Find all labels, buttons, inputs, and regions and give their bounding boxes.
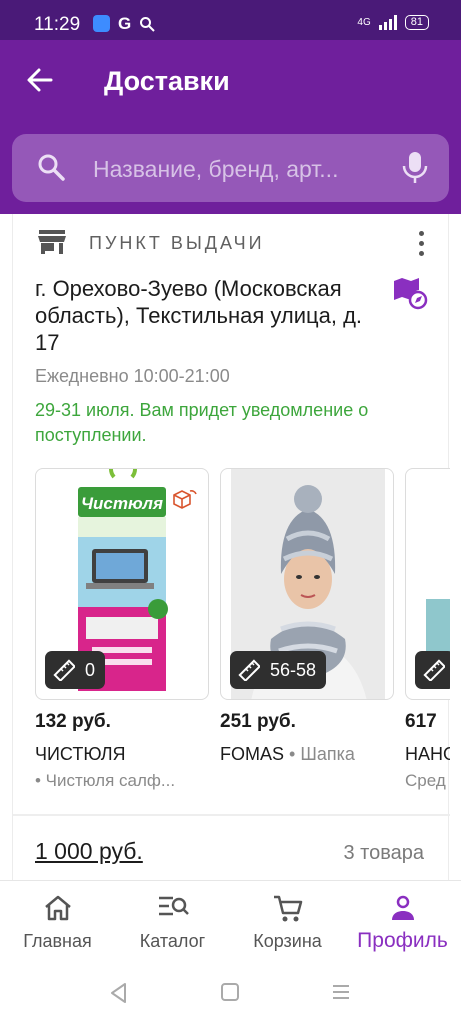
- product-image[interactable]: [405, 468, 450, 700]
- microphone-icon[interactable]: [402, 151, 428, 185]
- return-box-icon: [173, 490, 197, 509]
- nav-cart[interactable]: Корзина: [230, 881, 345, 965]
- arrow-left-icon: [27, 68, 53, 92]
- delivery-notice: 29-31 июля. Вам придет уведомление о пос…: [35, 400, 369, 445]
- pickup-point-label: ПУНКТ ВЫДАЧИ: [89, 233, 265, 253]
- size-value: 0: [85, 659, 96, 680]
- product-price: 617: [405, 711, 437, 732]
- search-icon: [38, 154, 65, 181]
- nav-profile-label: Профиль: [357, 929, 448, 952]
- profile-icon: [391, 895, 414, 920]
- recents-icon[interactable]: [331, 982, 351, 1002]
- product-brand: НАНО: [405, 744, 450, 764]
- network-type: 4G: [357, 17, 371, 28]
- back-triangle-icon[interactable]: [109, 982, 129, 1004]
- search-input[interactable]: Название, бренд, арт...: [93, 156, 338, 183]
- divider: [13, 814, 450, 816]
- home-icon: [44, 895, 71, 921]
- size-badge: [415, 651, 450, 689]
- nav-cart-label: Корзина: [253, 931, 322, 951]
- search-notification-icon: [140, 16, 155, 32]
- order-total[interactable]: 1 000 руб.: [35, 838, 143, 865]
- app-notification-icon: [93, 15, 110, 32]
- signal-icon: [378, 15, 397, 30]
- product-image[interactable]: 56-58: [220, 468, 394, 700]
- bottom-navigation: Главная Каталог Корзина Профиль: [0, 880, 461, 964]
- pickup-address: г. Орехово-Зуево (Московская область), Т…: [35, 276, 363, 355]
- product-card[interactable]: 56-58 251 руб. FOMAS • Шапка: [220, 468, 394, 771]
- ruler-icon: [53, 659, 75, 681]
- svg-text:Чистюля: Чистюля: [81, 494, 163, 513]
- home-square-icon[interactable]: [220, 982, 240, 1002]
- product-brand: FOMAS • Шапка: [220, 744, 355, 764]
- google-icon: G: [118, 14, 132, 33]
- battery-icon: 81: [404, 15, 429, 30]
- product-card[interactable]: 617 НАНО Сред: [405, 468, 450, 791]
- system-navigation: [0, 964, 461, 1024]
- status-bar: 11:29 G 4G 81: [0, 0, 461, 40]
- nav-home-label: Главная: [23, 931, 92, 951]
- size-value: 56-58: [270, 659, 317, 680]
- nav-home[interactable]: Главная: [0, 881, 115, 965]
- product-carousel[interactable]: Чистюля 0 132 руб. ЧИСТЮЛЯ • Чистюля сал…: [35, 468, 450, 798]
- more-options-button[interactable]: [411, 229, 431, 259]
- product-description: Сред: [405, 771, 446, 790]
- product-price: 251 руб.: [220, 711, 296, 732]
- nav-profile[interactable]: Профиль: [345, 881, 460, 965]
- size-badge: 56-58: [230, 651, 327, 689]
- size-badge: 0: [45, 651, 106, 689]
- app-header: Доставки Название, бренд, арт...: [0, 40, 461, 214]
- ruler-icon: [238, 659, 260, 681]
- store-icon: [38, 230, 66, 254]
- delivery-card: ПУНКТ ВЫДАЧИ г. Орехово-Зуево (Московска…: [12, 214, 450, 880]
- product-description: • Чистюля салф...: [35, 771, 176, 790]
- nav-catalog[interactable]: Каталог: [115, 881, 230, 965]
- pickup-hours: Ежедневно 10:00-21:00: [35, 366, 230, 386]
- product-image[interactable]: Чистюля 0: [35, 468, 209, 700]
- search-bar[interactable]: Название, бренд, арт...: [12, 134, 449, 202]
- status-time: 11:29: [34, 14, 81, 35]
- product-price: 132 руб.: [35, 711, 111, 732]
- page-title: Доставки: [104, 66, 230, 96]
- item-count: 3 товара: [343, 842, 424, 864]
- map-compass-icon[interactable]: [392, 277, 428, 311]
- ruler-icon: [423, 659, 445, 681]
- product-brand: ЧИСТЮЛЯ: [35, 744, 126, 764]
- product-card[interactable]: Чистюля 0 132 руб. ЧИСТЮЛЯ • Чистюля сал…: [35, 468, 209, 791]
- nav-catalog-label: Каталог: [139, 931, 206, 951]
- cart-icon: [273, 895, 302, 922]
- back-button[interactable]: [22, 62, 58, 98]
- catalog-search-icon: [158, 896, 189, 916]
